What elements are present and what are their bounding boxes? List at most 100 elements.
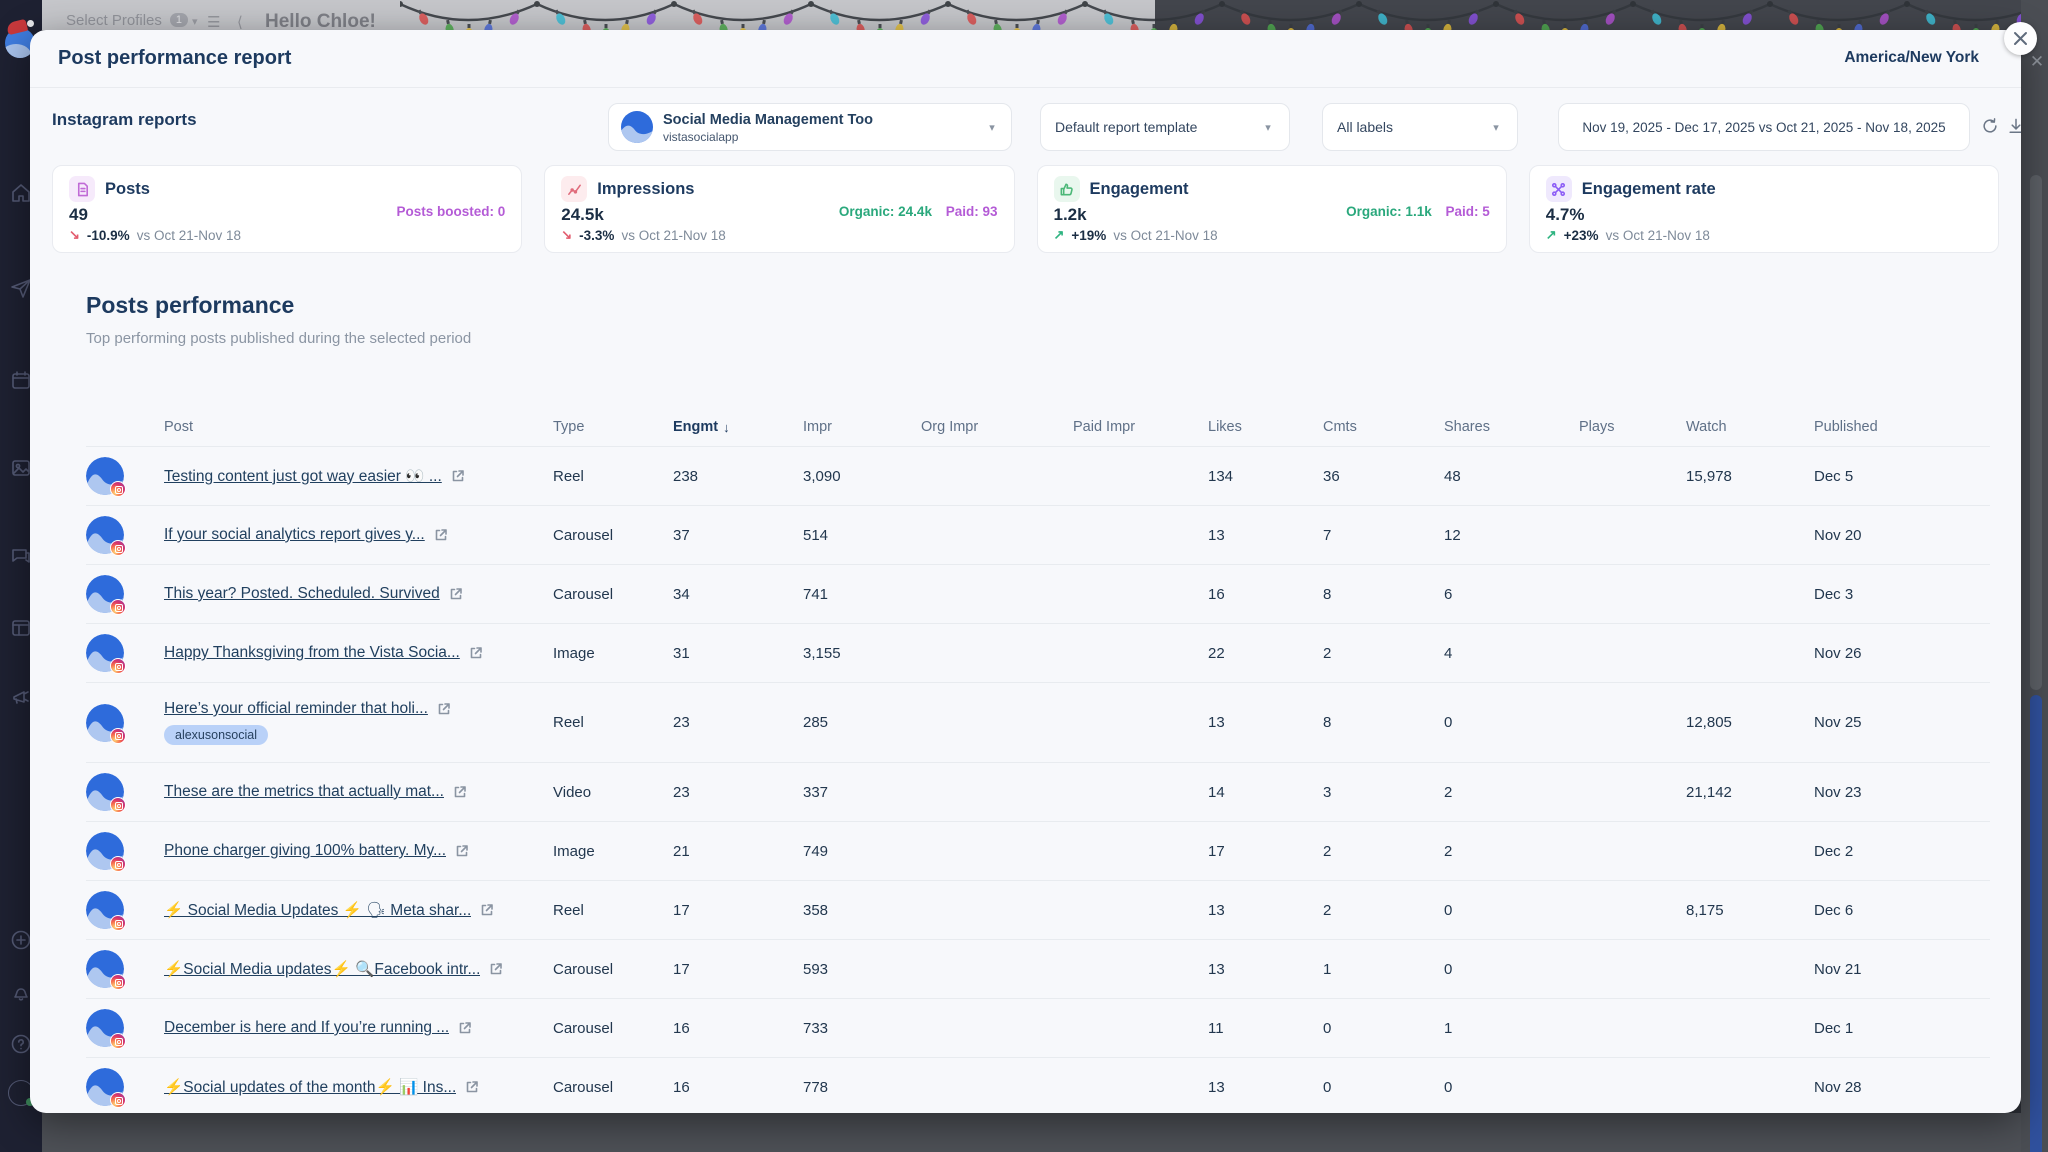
col-paid-impr[interactable]: Paid Impr — [1073, 419, 1208, 435]
external-link-icon[interactable] — [449, 587, 463, 601]
chevron-down-icon: ▾ — [192, 16, 198, 28]
external-link-icon[interactable] — [480, 903, 494, 917]
greeting-text: Hello Chloe! — [265, 11, 376, 30]
col-type[interactable]: Type — [553, 419, 673, 435]
post-title-link[interactable]: Testing content just got way easier 👀 ..… — [164, 467, 442, 486]
scrollbar-thumb-active[interactable] — [2030, 695, 2042, 1152]
cell-type: Carousel — [553, 527, 673, 544]
cell-watch: 21,142 — [1686, 784, 1814, 801]
external-link-icon[interactable] — [458, 1021, 472, 1035]
engagement-card: Engagement 1.2k Organic: 1.1k Paid: 5 ↗ … — [1037, 165, 1507, 253]
post-title-link[interactable]: Happy Thanksgiving from the Vista Socia.… — [164, 644, 460, 662]
chevron-down-icon: ▾ — [985, 121, 999, 134]
post-title-link[interactable]: ⚡Social Media updates⚡ 🔍Facebook intr... — [164, 960, 480, 979]
post-title-link[interactable]: These are the metrics that actually mat.… — [164, 783, 444, 801]
col-engmt[interactable]: Engmt ↓ — [673, 419, 803, 435]
profile-avatar — [86, 773, 124, 811]
section-title: Instagram reports — [52, 110, 197, 130]
cell-impr: 3,155 — [803, 645, 921, 662]
cell-shares: 48 — [1444, 468, 1579, 485]
cell-shares: 0 — [1444, 714, 1579, 731]
post-title-link[interactable]: Phone charger giving 100% battery. My... — [164, 842, 446, 860]
instagram-badge-icon — [110, 974, 126, 990]
table-row[interactable]: December is here and If you’re running .… — [86, 998, 1990, 1057]
modal-title: Post performance report — [58, 47, 291, 70]
chevron-down-icon: ▾ — [1261, 121, 1275, 134]
cell-shares: 2 — [1444, 843, 1579, 860]
col-published[interactable]: Published — [1814, 419, 1990, 435]
external-link-icon[interactable] — [451, 469, 465, 483]
cell-engmt: 34 — [673, 586, 803, 603]
chevron-down-icon: ▾ — [1489, 121, 1503, 134]
dimmed-bottom-strip — [42, 1113, 2021, 1152]
card-delta: ↗ +23% vs Oct 21-Nov 18 — [1546, 227, 1982, 243]
col-shares[interactable]: Shares — [1444, 419, 1579, 435]
cell-type: Reel — [553, 902, 673, 919]
cell-type: Reel — [553, 468, 673, 485]
delta-vs: vs Oct 21-Nov 18 — [137, 228, 241, 243]
table-row[interactable]: Phone charger giving 100% battery. My...… — [86, 821, 1990, 880]
dimmed-close-icon: ✕ — [2027, 52, 2047, 72]
refresh-icon[interactable] — [1980, 116, 2000, 136]
cell-published: Nov 21 — [1814, 961, 1990, 978]
table-row[interactable]: Happy Thanksgiving from the Vista Socia.… — [86, 623, 1990, 682]
posts-table: Post Type Engmt ↓ Impr Org Impr Paid Imp… — [86, 408, 1990, 1113]
table-row[interactable]: Testing content just got way easier 👀 ..… — [86, 446, 1990, 505]
col-org-impr[interactable]: Org Impr — [921, 419, 1073, 435]
close-button[interactable] — [2004, 22, 2037, 55]
cell-likes: 22 — [1208, 645, 1323, 662]
external-link-icon[interactable] — [469, 646, 483, 660]
cell-shares: 0 — [1444, 961, 1579, 978]
table-row[interactable]: ⚡Social updates of the month⚡ 📊 Ins... C… — [86, 1057, 1990, 1113]
select-profiles-label: Select Profiles1▾ — [66, 12, 198, 29]
col-cmts[interactable]: Cmts — [1323, 419, 1444, 435]
delta-value: +23% — [1564, 228, 1599, 243]
cell-likes: 14 — [1208, 784, 1323, 801]
post-title-link[interactable]: December is here and If you’re running .… — [164, 1019, 449, 1037]
trend-down-icon: ↘ — [69, 227, 80, 243]
hamburger-icon: ☰ — [207, 13, 220, 30]
report-template-dropdown[interactable]: Default report template ▾ — [1040, 103, 1290, 151]
external-link-icon[interactable] — [455, 844, 469, 858]
cell-published: Nov 28 — [1814, 1079, 1990, 1096]
col-impr[interactable]: Impr — [803, 419, 921, 435]
external-link-icon[interactable] — [489, 962, 503, 976]
table-row[interactable]: These are the metrics that actually mat.… — [86, 762, 1990, 821]
labels-dropdown[interactable]: All labels ▾ — [1322, 103, 1518, 151]
external-link-icon[interactable] — [437, 702, 451, 716]
col-likes[interactable]: Likes — [1208, 419, 1323, 435]
post-title-link[interactable]: ⚡ Social Media Updates ⚡ 🗣 Meta shar... — [164, 901, 471, 920]
post-title-link[interactable]: Here’s your official reminder that holi.… — [164, 700, 428, 718]
external-link-icon[interactable] — [465, 1080, 479, 1094]
col-post[interactable]: Post — [164, 419, 553, 435]
cell-impr: 514 — [803, 527, 921, 544]
cell-engmt: 16 — [673, 1079, 803, 1096]
report-template-value: Default report template — [1055, 119, 1261, 135]
date-range-picker[interactable]: Nov 19, 2025 - Dec 17, 2025 vs Oct 21, 2… — [1558, 103, 1970, 151]
cell-likes: 13 — [1208, 902, 1323, 919]
profile-selector[interactable]: Social Media Management Too vistasociala… — [608, 103, 1012, 151]
col-plays[interactable]: Plays — [1579, 419, 1686, 435]
post-title-link[interactable]: This year? Posted. Scheduled. Survived — [164, 585, 440, 603]
profile-avatar — [86, 457, 124, 495]
post-title-link[interactable]: ⚡Social updates of the month⚡ 📊 Ins... — [164, 1078, 456, 1097]
page-scrollbar-track[interactable] — [2021, 0, 2048, 1152]
external-link-icon[interactable] — [453, 785, 467, 799]
table-row[interactable]: If your social analytics report gives y.… — [86, 505, 1990, 564]
cell-published: Nov 25 — [1814, 714, 1990, 731]
table-row[interactable]: This year? Posted. Scheduled. Survived C… — [86, 564, 1990, 623]
table-row[interactable]: ⚡ Social Media Updates ⚡ 🗣 Meta shar... … — [86, 880, 1990, 939]
table-row[interactable]: ⚡Social Media updates⚡ 🔍Facebook intr...… — [86, 939, 1990, 998]
cell-cmts: 8 — [1323, 714, 1444, 731]
cell-likes: 13 — [1208, 527, 1323, 544]
download-icon[interactable] — [2006, 116, 2021, 136]
delta-value: -10.9% — [87, 228, 130, 243]
cell-shares: 1 — [1444, 1020, 1579, 1037]
external-link-icon[interactable] — [434, 528, 448, 542]
post-title-link[interactable]: If your social analytics report gives y.… — [164, 526, 425, 544]
scrollbar-thumb[interactable] — [2030, 175, 2042, 690]
cell-engmt: 238 — [673, 468, 803, 485]
cell-type: Carousel — [553, 1079, 673, 1096]
col-watch[interactable]: Watch — [1686, 419, 1814, 435]
table-row[interactable]: Here’s your official reminder that holi.… — [86, 682, 1990, 762]
